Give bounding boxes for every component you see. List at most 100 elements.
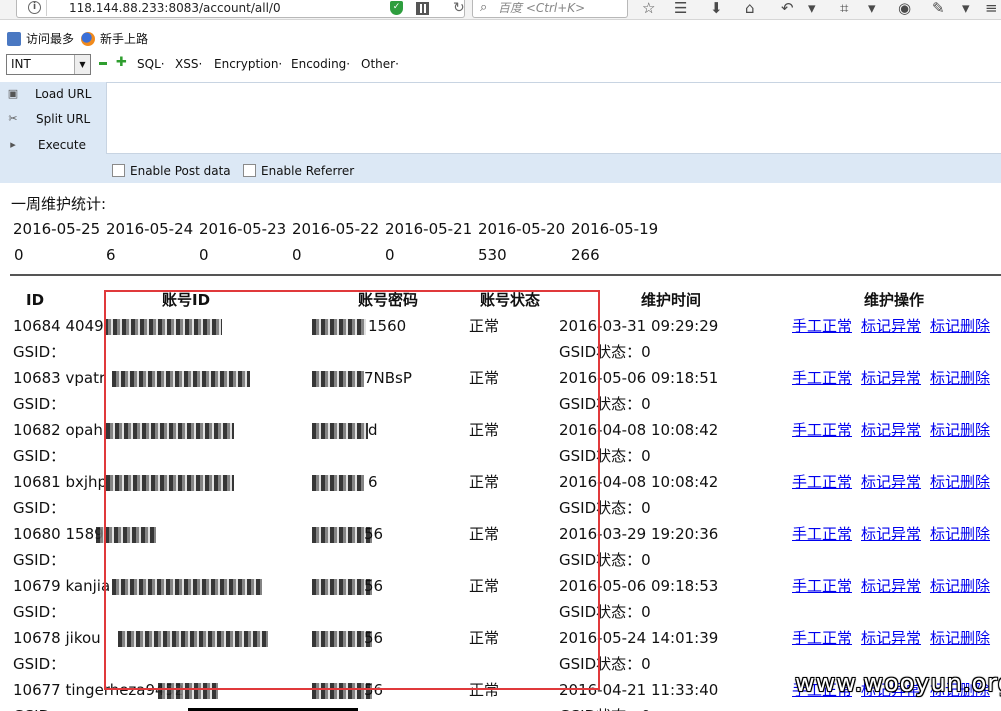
action-manual-normal-link[interactable]: 手工正常 [792,368,852,388]
action-mark-abnormal-link[interactable]: 标记异常 [861,524,921,544]
redacted-account-id [112,371,250,387]
action-manual-normal-link[interactable]: 手工正常 [792,524,852,544]
action-manual-normal-link[interactable]: 手工正常 [792,628,852,648]
stats-date: 2016-05-21 [385,220,473,238]
gsid-status: GSID状态：0 [559,343,651,361]
home-icon[interactable]: ⌂ [745,0,755,17]
maintenance-time: 2016-04-21 11:33:40 [559,681,719,699]
load-url-button[interactable]: ▣ Load URL [0,83,106,105]
action-mark-delete-link[interactable]: 标记删除 [930,524,990,544]
action-mark-abnormal-link[interactable]: 标记异常 [861,420,921,440]
hackbar-menu-other[interactable]: Other· [361,56,399,72]
dropdown-arrow-icon[interactable]: ▾ [808,0,816,17]
password-suffix: d [368,421,378,439]
info-icon: i [28,1,41,14]
hackbar-type-value: INT [11,57,31,71]
action-mark-delete-link[interactable]: 标记删除 [930,368,990,388]
action-mark-delete-link[interactable]: 标记删除 [930,576,990,596]
password-suffix: 7NBsP [364,369,412,387]
redacted-password [312,371,364,387]
column-header-id: ID [26,291,45,309]
maintenance-time: 2016-03-31 09:29:29 [559,317,719,335]
extension-icon[interactable]: ✎ [932,0,945,17]
hackbar-menu-encoding[interactable]: Encoding· [291,56,350,72]
split-url-label: Split URL [36,112,91,126]
account-status: 正常 [469,525,500,543]
action-mark-abnormal-link[interactable]: 标记异常 [861,368,921,388]
column-header-password: 账号密码 [358,291,419,309]
star-icon[interactable]: ☆ [642,0,655,17]
action-manual-normal-link[interactable]: 手工正常 [792,576,852,596]
maintenance-time: 2016-05-24 14:01:39 [559,629,719,647]
gsid-label: GSID： [13,447,66,465]
download-icon[interactable]: ⬇ [710,0,723,17]
stats-count: 266 [571,246,600,264]
action-mark-delete-link[interactable]: 标记删除 [930,420,990,440]
search-icon: ⌕ [480,0,488,15]
hackbar-menu-sql[interactable]: SQL· [137,56,165,72]
account-status: 正常 [469,629,500,647]
action-manual-normal-link[interactable]: 手工正常 [792,316,852,336]
row-id-account: 10679 kanjia [13,577,111,595]
column-header-account-id: 账号ID [162,291,211,309]
account-status: 正常 [469,681,500,699]
gsid-label: GSID： [13,706,65,711]
action-mark-abnormal-link[interactable]: 标记异常 [861,472,921,492]
enable-referrer-checkbox[interactable] [243,164,256,177]
row-id-account: 10684 4049 [13,317,104,335]
execute-button[interactable]: ▸ Execute [0,134,106,156]
maintenance-time: 2016-05-06 09:18:51 [559,369,719,387]
redacted-password [312,423,368,439]
search-bar[interactable]: ⌕ 百度 <Ctrl+K> [472,0,628,18]
increase-icon[interactable]: ✚ [116,56,127,70]
hackbar-menu-xss[interactable]: XSS· [175,56,202,72]
maintenance-time: 2016-03-29 19:20:36 [559,525,719,543]
dropdown-arrow-icon[interactable]: ▾ [868,0,876,17]
action-manual-normal-link[interactable]: 手工正常 [792,420,852,440]
stats-date: 2016-05-25 [13,220,101,238]
dropdown-arrow-icon[interactable]: ▾ [962,0,970,17]
action-mark-abnormal-link[interactable]: 标记异常 [861,576,921,596]
stats-date: 2016-05-22 [292,220,380,238]
site-identity-button[interactable]: i [19,0,47,16]
chat-icon[interactable]: ◉ [898,0,911,17]
action-mark-abnormal-link[interactable]: 标记异常 [861,316,921,336]
row-id-account: 10678 jikou [13,629,101,647]
qr-code-icon[interactable] [416,2,429,15]
action-mark-delete-link[interactable]: 标记删除 [930,628,990,648]
url-text[interactable]: 118.144.88.233:8083/account/all/0 [69,0,281,16]
enable-post-checkbox[interactable] [112,164,125,177]
crop-icon[interactable]: ⌗ [840,0,848,17]
action-mark-delete-link[interactable]: 标记删除 [930,316,990,336]
address-bar[interactable]: i 118.144.88.233:8083/account/all/0 ✓ ↻ [16,0,465,18]
bookmark-folder-icon [7,32,21,46]
gsid-status: GSID状态：0 [559,706,651,711]
split-url-button[interactable]: ✂ Split URL [0,108,106,130]
reload-icon[interactable]: ↻ [453,0,465,16]
reading-list-icon[interactable]: ☰ [674,0,687,17]
gsid-label: GSID： [13,499,66,517]
hackbar-url-textarea[interactable] [106,82,1001,154]
shield-icon[interactable]: ✓ [390,1,403,15]
undo-icon[interactable]: ↶ [781,0,794,17]
bookmark-getting-started[interactable]: 新手上路 [100,28,148,50]
action-manual-normal-link[interactable]: 手工正常 [792,472,852,492]
enable-referrer-label: Enable Referrer [261,164,355,178]
firefox-icon [81,32,95,46]
stats-date: 2016-05-23 [199,220,287,238]
redacted-password [312,527,372,543]
stats-date: 2016-05-24 [106,220,194,238]
password-suffix: 56 [364,681,384,699]
password-suffix: 56 [364,525,384,543]
stats-date: 2016-05-20 [478,220,566,238]
hackbar-type-select[interactable]: INT ▼ [6,54,91,75]
action-mark-delete-link[interactable]: 标记删除 [930,472,990,492]
decrease-icon[interactable] [99,62,107,65]
menu-icon[interactable]: ≡ [985,0,998,17]
redacted-password [312,475,364,491]
password-suffix: 56 [364,577,384,595]
load-url-icon: ▣ [7,87,19,100]
hackbar-menu-encryption[interactable]: Encryption· [214,56,282,72]
bookmark-most-visited[interactable]: 访问最多 [26,28,74,50]
action-mark-abnormal-link[interactable]: 标记异常 [861,628,921,648]
